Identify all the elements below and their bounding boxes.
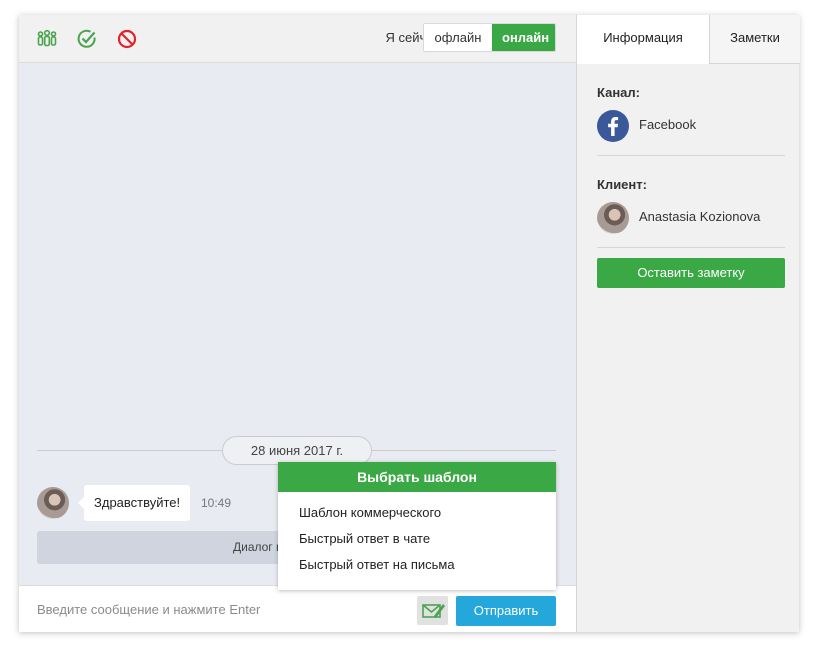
group-icon[interactable]	[36, 28, 58, 50]
tab-notes[interactable]: Заметки	[710, 15, 800, 64]
facebook-icon	[597, 110, 629, 142]
app-window: Я сейчас офлайн онлайн 28 июня 2017 г. З…	[19, 15, 800, 632]
client-name: Anastasia Kozionova	[639, 209, 761, 224]
status-toggle: офлайн онлайн	[423, 23, 556, 52]
channel-row: Facebook	[597, 106, 785, 146]
chat-toolbar: Я сейчас офлайн онлайн	[19, 15, 576, 63]
channel-label: Канал:	[597, 85, 640, 100]
send-button[interactable]: Отправить	[456, 596, 556, 626]
template-item-chat-reply[interactable]: Быстрый ответ в чате	[278, 526, 556, 552]
leave-note-button[interactable]: Оставить заметку	[597, 258, 785, 288]
online-button[interactable]: онлайн	[492, 24, 555, 51]
message-input[interactable]	[31, 594, 411, 624]
check-circle-icon[interactable]	[76, 28, 98, 50]
envelope-pencil-icon	[422, 604, 445, 618]
chat-pane: Я сейчас офлайн онлайн 28 июня 2017 г. З…	[19, 15, 576, 632]
divider	[597, 155, 785, 156]
divider	[597, 247, 785, 248]
block-icon[interactable]	[116, 28, 138, 50]
tab-info[interactable]: Информация	[577, 15, 710, 64]
client-row: Anastasia Kozionova	[597, 198, 785, 238]
template-item-email-reply[interactable]: Быстрый ответ на письма	[278, 552, 556, 578]
sidebar-content: Канал: Facebook Клиент: Anastasia Kozion…	[597, 64, 785, 288]
channel-name: Facebook	[639, 117, 697, 132]
info-sidebar: Информация Заметки Канал: Facebook Клиен…	[576, 15, 800, 632]
template-dropdown: Выбрать шаблон Шаблон коммерческого Быст…	[278, 462, 556, 590]
client-avatar-small	[597, 202, 629, 234]
client-label: Клиент:	[597, 177, 647, 192]
message-composer: Отправить	[19, 585, 576, 632]
offline-button[interactable]: офлайн	[424, 24, 492, 51]
template-item-commercial[interactable]: Шаблон коммерческого	[278, 500, 556, 526]
message-bubble: Здравствуйте!	[77, 485, 191, 521]
date-divider: 28 июня 2017 г.	[222, 436, 372, 465]
template-list: Шаблон коммерческого Быстрый ответ в чат…	[278, 492, 556, 578]
client-avatar	[37, 487, 69, 519]
template-dropdown-title: Выбрать шаблон	[278, 462, 556, 492]
template-button[interactable]	[417, 596, 448, 625]
sidebar-tabs: Информация Заметки	[577, 15, 800, 64]
message-time: 10:49	[201, 496, 232, 510]
